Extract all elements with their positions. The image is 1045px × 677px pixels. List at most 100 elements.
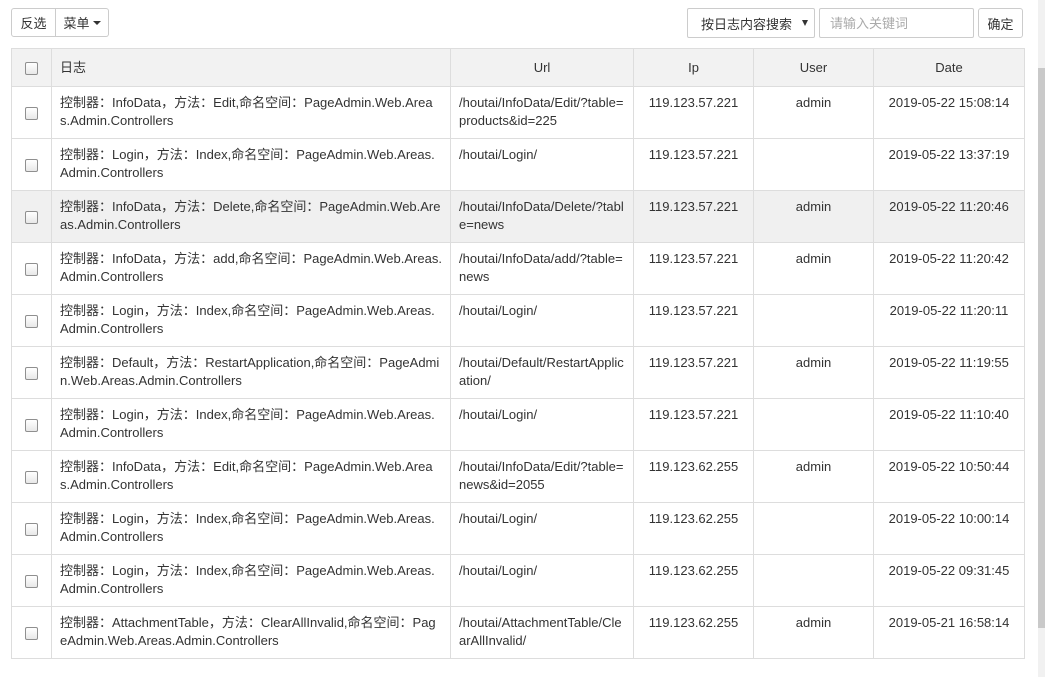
log-cell: 控制器：AttachmentTable，方法：ClearAllInvalid,命…	[51, 606, 451, 659]
vertical-scrollbar[interactable]	[1038, 0, 1045, 677]
url-cell: /houtai/InfoData/add/?table=news	[450, 242, 634, 295]
menu-dropdown-button[interactable]: 菜单	[56, 8, 109, 37]
row-checkbox[interactable]	[25, 314, 38, 328]
search-mode-selected: 按日志内容搜索	[701, 16, 793, 32]
ip-cell: 119.123.57.221	[633, 86, 754, 139]
url-cell: /houtai/InfoData/Edit/?table=products&id…	[450, 86, 634, 139]
row-checkbox[interactable]	[25, 158, 38, 172]
date-cell: 2019-05-22 13:37:19	[873, 138, 1025, 191]
scrollbar-thumb[interactable]	[1038, 68, 1045, 628]
row-checkbox[interactable]	[25, 418, 38, 432]
date-cell: 2019-05-22 11:20:11	[873, 294, 1025, 347]
select-all-checkbox[interactable]	[25, 61, 38, 75]
log-cell: 控制器：Login，方法：Index,命名空间：PageAdmin.Web.Ar…	[51, 502, 451, 555]
date-cell: 2019-05-22 11:10:40	[873, 398, 1025, 451]
log-list-page: 反选 菜单 按日志内容搜索 确定	[0, 0, 1045, 677]
row-checkbox[interactable]	[25, 470, 38, 484]
log-table: 日志 Url Ip User Date 控制器：InfoData，方法：Edit…	[11, 48, 1025, 659]
table-row: 控制器：Login，方法：Index,命名空间：PageAdmin.Web.Ar…	[11, 502, 1025, 555]
row-checkbox[interactable]	[25, 522, 38, 536]
row-select-cell	[11, 450, 52, 503]
log-cell: 控制器：Login，方法：Index,命名空间：PageAdmin.Web.Ar…	[51, 554, 451, 607]
table-row: 控制器：InfoData，方法：add,命名空间：PageAdmin.Web.A…	[11, 242, 1025, 295]
row-select-cell	[11, 346, 52, 399]
url-cell: /houtai/AttachmentTable/ClearAllInvalid/	[450, 606, 634, 659]
table-row: 控制器：Login，方法：Index,命名空间：PageAdmin.Web.Ar…	[11, 398, 1025, 451]
row-checkbox[interactable]	[25, 106, 38, 120]
search-mode-select[interactable]: 按日志内容搜索	[687, 8, 815, 38]
confirm-button[interactable]: 确定	[978, 8, 1023, 38]
user-cell: admin	[753, 450, 874, 503]
user-cell: admin	[753, 606, 874, 659]
log-cell: 控制器：InfoData，方法：Edit,命名空间：PageAdmin.Web.…	[51, 450, 451, 503]
user-cell: admin	[753, 346, 874, 399]
row-checkbox[interactable]	[25, 626, 38, 640]
action-button-group: 反选 菜单	[11, 8, 109, 37]
dropdown-arrow-icon	[802, 20, 808, 26]
row-select-cell	[11, 554, 52, 607]
url-cell: /houtai/InfoData/Delete/?table=news	[450, 190, 634, 243]
user-cell	[753, 502, 874, 555]
url-cell: /houtai/Login/	[450, 502, 634, 555]
table-row: 控制器：InfoData，方法：Edit,命名空间：PageAdmin.Web.…	[11, 86, 1025, 139]
row-select-cell	[11, 398, 52, 451]
ip-cell: 119.123.57.221	[633, 346, 754, 399]
user-cell: admin	[753, 86, 874, 139]
url-cell: /houtai/Default/RestartApplication/	[450, 346, 634, 399]
url-cell: /houtai/Login/	[450, 138, 634, 191]
ip-cell: 119.123.57.221	[633, 138, 754, 191]
table-row: 控制器：Default，方法：RestartApplication,命名空间：P…	[11, 346, 1025, 399]
user-cell: admin	[753, 242, 874, 295]
user-cell	[753, 138, 874, 191]
log-cell: 控制器：Login，方法：Index,命名空间：PageAdmin.Web.Ar…	[51, 398, 451, 451]
log-table-container: 日志 Url Ip User Date 控制器：InfoData，方法：Edit…	[11, 48, 1025, 659]
date-cell: 2019-05-22 11:20:46	[873, 190, 1025, 243]
ip-cell: 119.123.62.255	[633, 450, 754, 503]
log-cell: 控制器：InfoData，方法：Edit,命名空间：PageAdmin.Web.…	[51, 86, 451, 139]
header-date: Date	[873, 48, 1025, 87]
table-row: 控制器：AttachmentTable，方法：ClearAllInvalid,命…	[11, 606, 1025, 659]
ip-cell: 119.123.62.255	[633, 606, 754, 659]
url-cell: /houtai/Login/	[450, 294, 634, 347]
row-checkbox[interactable]	[25, 262, 38, 276]
user-cell	[753, 554, 874, 607]
date-cell: 2019-05-22 11:19:55	[873, 346, 1025, 399]
log-cell: 控制器：Login，方法：Index,命名空间：PageAdmin.Web.Ar…	[51, 294, 451, 347]
row-select-cell	[11, 242, 52, 295]
header-log: 日志	[51, 48, 451, 87]
row-checkbox[interactable]	[25, 574, 38, 588]
user-cell	[753, 398, 874, 451]
select-all-cell	[11, 48, 52, 87]
row-select-cell	[11, 606, 52, 659]
caret-down-icon	[92, 20, 101, 25]
header-user: User	[753, 48, 874, 87]
log-cell: 控制器：InfoData，方法：Delete,命名空间：PageAdmin.We…	[51, 190, 451, 243]
row-select-cell	[11, 86, 52, 139]
date-cell: 2019-05-22 15:08:14	[873, 86, 1025, 139]
header-url: Url	[450, 48, 634, 87]
log-cell: 控制器：Login，方法：Index,命名空间：PageAdmin.Web.Ar…	[51, 138, 451, 191]
ip-cell: 119.123.57.221	[633, 398, 754, 451]
invert-selection-button[interactable]: 反选	[11, 8, 56, 37]
row-select-cell	[11, 190, 52, 243]
keyword-input[interactable]	[819, 8, 974, 38]
date-cell: 2019-05-22 10:50:44	[873, 450, 1025, 503]
user-cell: admin	[753, 190, 874, 243]
row-checkbox[interactable]	[25, 210, 38, 224]
table-row: 控制器：Login，方法：Index,命名空间：PageAdmin.Web.Ar…	[11, 554, 1025, 607]
ip-cell: 119.123.57.221	[633, 242, 754, 295]
user-cell	[753, 294, 874, 347]
row-select-cell	[11, 138, 52, 191]
url-cell: /houtai/InfoData/Edit/?table=news&id=205…	[450, 450, 634, 503]
date-cell: 2019-05-22 09:31:45	[873, 554, 1025, 607]
table-body: 控制器：InfoData，方法：Edit,命名空间：PageAdmin.Web.…	[11, 86, 1025, 659]
table-row: 控制器：Login，方法：Index,命名空间：PageAdmin.Web.Ar…	[11, 294, 1025, 347]
ip-cell: 119.123.62.255	[633, 502, 754, 555]
log-cell: 控制器：Default，方法：RestartApplication,命名空间：P…	[51, 346, 451, 399]
url-cell: /houtai/Login/	[450, 398, 634, 451]
table-row: 控制器：Login，方法：Index,命名空间：PageAdmin.Web.Ar…	[11, 138, 1025, 191]
date-cell: 2019-05-22 10:00:14	[873, 502, 1025, 555]
menu-button-label: 菜单	[63, 16, 90, 31]
row-checkbox[interactable]	[25, 366, 38, 380]
table-row: 控制器：InfoData，方法：Edit,命名空间：PageAdmin.Web.…	[11, 450, 1025, 503]
